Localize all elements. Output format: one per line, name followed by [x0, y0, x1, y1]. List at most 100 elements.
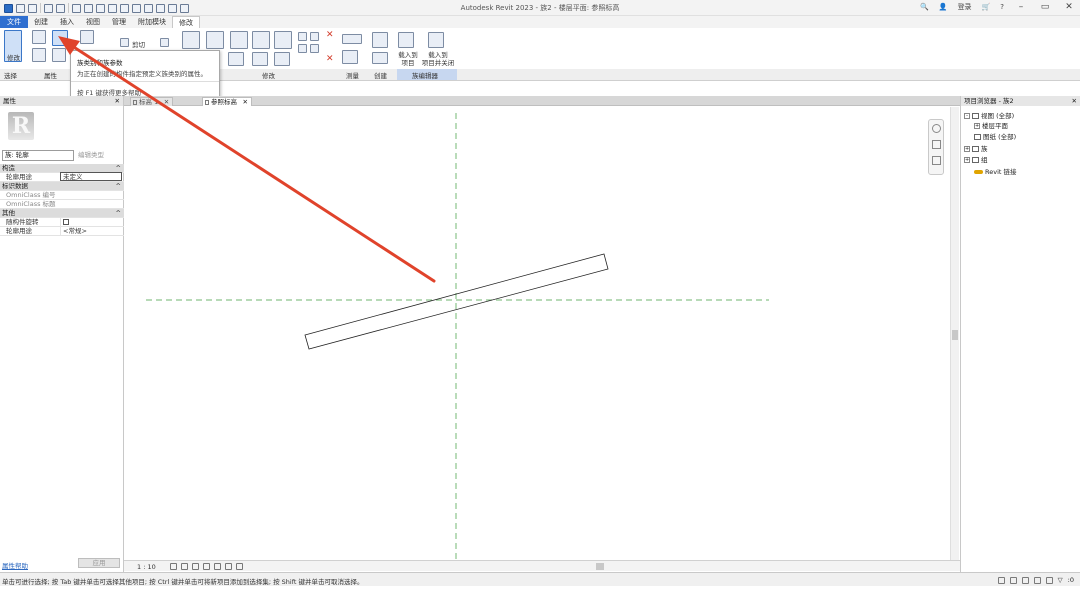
- tab-insert[interactable]: 插入: [54, 16, 80, 28]
- move-icon[interactable]: [298, 32, 307, 41]
- tab-reference-level[interactable]: 参照标高 ✕: [202, 97, 252, 106]
- select-links-icon[interactable]: [997, 576, 1005, 584]
- navigation-bar[interactable]: [928, 119, 944, 175]
- type-properties-icon[interactable]: [32, 30, 46, 44]
- trim-icon[interactable]: [228, 52, 244, 66]
- cut-icon[interactable]: [120, 38, 129, 47]
- delete-small-icon[interactable]: ✕: [326, 30, 334, 40]
- select-pinned-icon[interactable]: [1021, 576, 1029, 584]
- measure-line-icon[interactable]: [342, 50, 358, 64]
- copy-icon[interactable]: [310, 32, 319, 41]
- detail-level-icon[interactable]: [170, 563, 177, 570]
- visual-style-icon[interactable]: [181, 563, 188, 570]
- close-window-button[interactable]: ✕: [1062, 2, 1076, 12]
- family-selector[interactable]: 族: 轮廓: [2, 150, 74, 161]
- close-icon[interactable]: ✕: [115, 96, 120, 106]
- family-types-icon[interactable]: [52, 48, 66, 62]
- view-scale[interactable]: 1 : 10: [137, 563, 156, 571]
- cart-icon[interactable]: 🛒: [982, 3, 991, 11]
- close-icon[interactable]: ✕: [1072, 96, 1077, 106]
- steering-wheel-icon[interactable]: [932, 124, 941, 133]
- user-icon[interactable]: 👤: [939, 3, 948, 11]
- vertical-scrollbar[interactable]: [950, 107, 959, 560]
- family-category-parameters-button[interactable]: [52, 30, 68, 46]
- mirror-axis-icon[interactable]: [230, 31, 248, 49]
- tree-families[interactable]: + 族: [964, 143, 988, 153]
- tree-groups[interactable]: + 组: [964, 154, 988, 164]
- vertical-scroll-thumb[interactable]: [952, 330, 958, 340]
- modify-tool-label: 修改: [7, 54, 20, 62]
- edit-type-button[interactable]: 编辑类型: [78, 150, 122, 161]
- aligned-dimension-icon[interactable]: [342, 34, 362, 44]
- tab-level-1[interactable]: 标高 1 ✕: [130, 97, 174, 107]
- category-identity-data[interactable]: 标识数据 ^: [0, 182, 124, 191]
- filter-icon[interactable]: ▽: [1058, 576, 1063, 584]
- tab-file[interactable]: 文件: [0, 16, 28, 28]
- select-underlay-icon[interactable]: [1009, 576, 1017, 584]
- join-icon[interactable]: [160, 38, 169, 47]
- prop-row-profile-usage[interactable]: 轮廓用途 未定义: [0, 172, 124, 182]
- drawing-canvas[interactable]: [124, 107, 960, 560]
- zoom-icon[interactable]: [932, 140, 941, 149]
- create-group-icon[interactable]: [372, 52, 388, 64]
- show-crop-icon[interactable]: [225, 563, 232, 570]
- load-into-project-close-button[interactable]: [428, 32, 444, 48]
- align-icon[interactable]: [182, 31, 200, 49]
- tooltip-description: 为正在创建的构件指定预定义族类别的属性。: [77, 70, 207, 78]
- load-into-project-button[interactable]: [398, 32, 414, 48]
- mirror-draw-icon[interactable]: [252, 31, 270, 49]
- minimize-button[interactable]: –: [1014, 2, 1028, 12]
- rotate-checkbox[interactable]: [63, 219, 69, 225]
- tree-sheets[interactable]: 图纸 (全部): [974, 131, 1016, 141]
- select-by-face-icon[interactable]: [1033, 576, 1041, 584]
- properties-help-link[interactable]: 属性帮助: [2, 560, 28, 570]
- tooltip-title: 族类别和族参数: [77, 59, 123, 67]
- expand-icon[interactable]: +: [964, 146, 970, 152]
- tab-addins[interactable]: 附加模块: [132, 16, 172, 28]
- group-modify-label: 修改: [262, 72, 275, 80]
- close-icon[interactable]: ✕: [243, 98, 248, 107]
- cut-label[interactable]: 剪切: [132, 39, 145, 49]
- category-other[interactable]: 其他 ^: [0, 209, 124, 218]
- split-element-icon[interactable]: [274, 31, 292, 49]
- paste-icon[interactable]: [80, 30, 94, 44]
- group-icon: [972, 157, 979, 163]
- tree-floor-plans[interactable]: + 楼层平面: [974, 120, 1008, 130]
- expand-icon[interactable]: +: [964, 157, 970, 163]
- rotate-large-icon[interactable]: [252, 52, 268, 66]
- prop-row-rotate-with-component[interactable]: 随构件旋转: [0, 218, 124, 227]
- tab-view[interactable]: 视图: [80, 16, 106, 28]
- sign-in-link[interactable]: 登录: [958, 2, 972, 12]
- help-button[interactable]: ?: [1000, 3, 1004, 11]
- crop-view-icon[interactable]: [214, 563, 221, 570]
- properties-icon[interactable]: [32, 48, 46, 62]
- array-icon[interactable]: [310, 44, 319, 53]
- tree-revit-links[interactable]: Revit 链接: [974, 166, 1017, 176]
- tab-manage[interactable]: 管理: [106, 16, 132, 28]
- tree-views[interactable]: - 视图 (全部): [964, 110, 1014, 120]
- tab-modify[interactable]: 修改: [172, 16, 200, 28]
- zoom-region-icon[interactable]: [932, 156, 941, 165]
- expand-icon[interactable]: +: [974, 123, 980, 129]
- sun-path-icon[interactable]: [192, 563, 199, 570]
- group-create-label: 创建: [374, 72, 387, 80]
- prop-row-omniclass-title[interactable]: OmniClass 标题: [0, 200, 124, 209]
- apply-button[interactable]: 应用: [78, 558, 120, 568]
- horizontal-scroll-thumb[interactable]: [596, 563, 604, 570]
- collapse-icon[interactable]: -: [964, 113, 970, 119]
- search-icon[interactable]: 🔍: [920, 3, 929, 11]
- shadows-icon[interactable]: [203, 563, 210, 570]
- temporary-hide-icon[interactable]: [236, 563, 243, 570]
- delete-icon[interactable]: ✕: [326, 54, 334, 64]
- create-similar-icon[interactable]: [372, 32, 388, 48]
- offset-icon[interactable]: [206, 31, 224, 49]
- drag-elements-icon[interactable]: [1045, 576, 1053, 584]
- rotate-icon[interactable]: [298, 44, 307, 53]
- prop-row-profile-use[interactable]: 轮廓用途 <常规>: [0, 227, 124, 236]
- maximize-button[interactable]: ▭: [1038, 2, 1052, 12]
- scale-icon[interactable]: [274, 52, 290, 66]
- tab-create[interactable]: 创建: [28, 16, 54, 28]
- prop-row-omniclass-number[interactable]: OmniClass 编号: [0, 191, 124, 200]
- close-icon[interactable]: ✕: [164, 98, 169, 107]
- group-select-label[interactable]: 选择: [4, 70, 17, 80]
